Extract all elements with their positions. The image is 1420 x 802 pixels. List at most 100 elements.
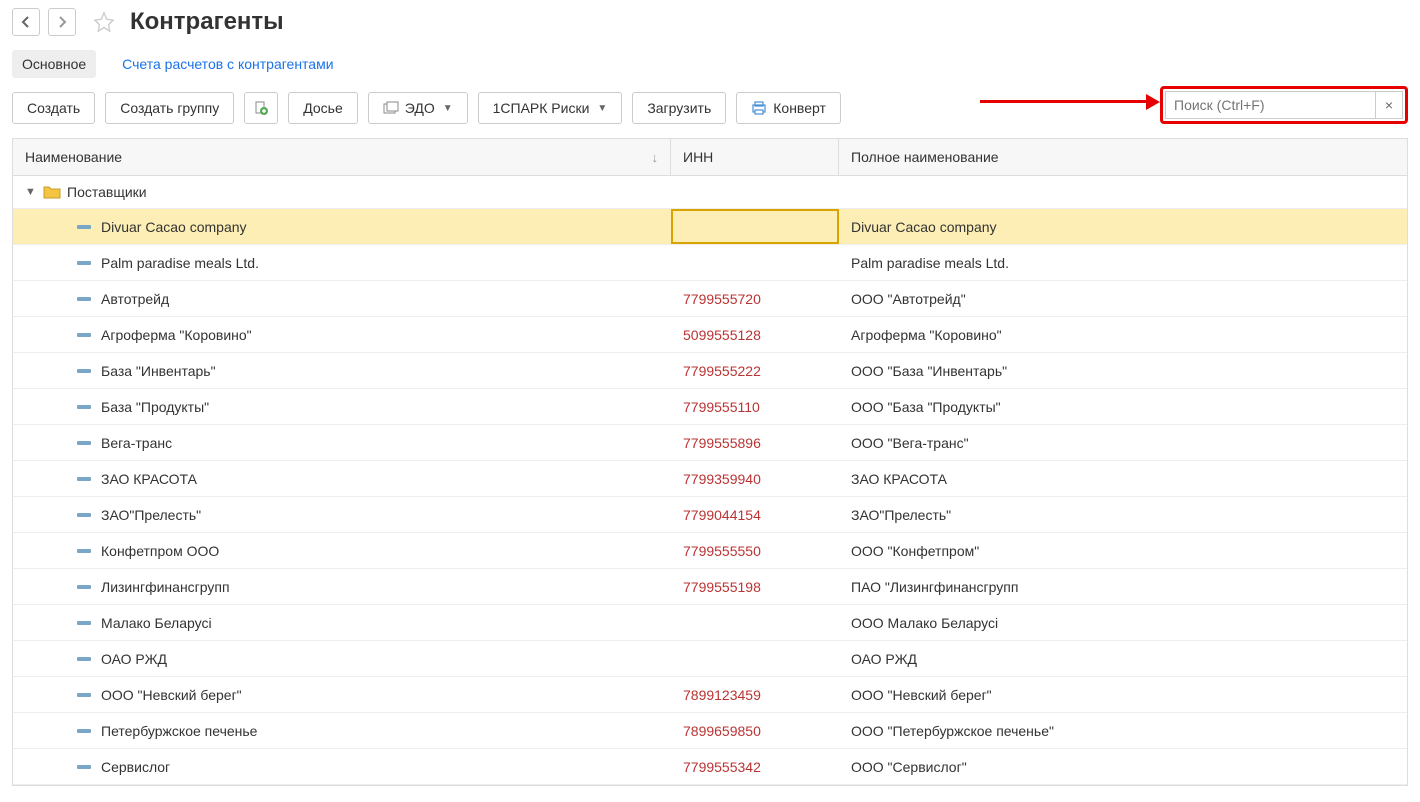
edo-label: ЭДО <box>405 100 435 116</box>
search-highlight-box: × <box>1160 86 1408 124</box>
table-row[interactable]: ОАО РЖДОАО РЖД <box>13 641 1407 677</box>
cell-name: Агроферма "Коровино" <box>13 317 671 352</box>
table-row[interactable]: Автотрейд7799555720ООО "Автотрейд" <box>13 281 1407 317</box>
row-inn: 7799555110 <box>683 399 760 415</box>
item-icon <box>77 690 91 700</box>
table-row[interactable]: Петербуржское печенье7899659850ООО "Пете… <box>13 713 1407 749</box>
create-group-button[interactable]: Создать группу <box>105 92 234 124</box>
cell-name: ЗАО КРАСОТА <box>13 461 671 496</box>
table-row[interactable]: Divuar Cacao company Divuar Cacao company <box>13 209 1407 245</box>
envelope-button[interactable]: Конверт <box>736 92 841 124</box>
column-header-name[interactable]: Наименование ↓ <box>13 139 671 175</box>
cell-name: Автотрейд <box>13 281 671 316</box>
folder-row[interactable]: ▼ Поставщики <box>13 176 1407 209</box>
row-inn: 7799555896 <box>683 435 761 451</box>
table-row[interactable]: База "Инвентарь" 7799555222 ООО "База "Инв… <box>13 353 1407 389</box>
cell-name: База "Инвентарь" <box>13 353 671 388</box>
item-icon <box>77 510 91 520</box>
row-name: База "Инвентарь" <box>101 363 216 379</box>
cell-inn: 7799555222 <box>671 353 839 388</box>
cell-inn: 7799555550 <box>671 533 839 568</box>
cell-name: Divuar Cacao company <box>13 209 671 244</box>
row-name: Малако Беларусі <box>101 615 212 631</box>
row-inn: 7799555198 <box>683 579 761 595</box>
cell-inn <box>671 245 839 280</box>
column-header-fullname[interactable]: Полное наименование <box>839 139 1407 175</box>
cell-name: База "Продукты" <box>13 389 671 424</box>
tab-main[interactable]: Основное <box>12 50 96 78</box>
row-fullname: ООО "Вега-транс" <box>851 435 969 451</box>
cell-inn: 7799359940 <box>671 461 839 496</box>
table-row[interactable]: Сервислог7799555342ООО "Сервислог" <box>13 749 1407 785</box>
item-icon <box>77 618 91 628</box>
folder-collapse-icon[interactable]: ▼ <box>25 186 37 198</box>
favorite-star-icon[interactable] <box>90 8 118 36</box>
row-name: ООО "Невский берег" <box>101 687 242 703</box>
item-icon <box>77 762 91 772</box>
table-row[interactable]: Вега-транс 7799555896 ООО "Вега-транс" <box>13 425 1407 461</box>
cell-fullname: ООО "Автотрейд" <box>839 281 1407 316</box>
row-fullname: ООО "База "Инвентарь" <box>851 363 1007 379</box>
cell-fullname: ООО "Невский берег" <box>839 677 1407 712</box>
row-name: ЗАО"Прелесть" <box>101 507 201 523</box>
edo-button[interactable]: ЭДО ▼ <box>368 92 468 124</box>
row-name: Сервислог <box>101 759 170 775</box>
table-row[interactable]: База "Продукты"7799555110ООО "База "Прод… <box>13 389 1407 425</box>
row-name: База "Продукты" <box>101 399 209 415</box>
cell-inn: 7799555896 <box>671 425 839 460</box>
row-fullname: ООО "Конфетпром" <box>851 543 979 559</box>
annotation-arrow-line <box>980 100 1155 103</box>
arrow-left-icon <box>19 15 33 29</box>
item-icon <box>77 222 91 232</box>
item-icon <box>77 366 91 376</box>
table-row[interactable]: Конфетпром ООО7799555550ООО "Конфетпром" <box>13 533 1407 569</box>
search-input[interactable] <box>1165 91 1375 119</box>
table-row[interactable]: ЗАО"Прелесть"7799044154ЗАО"Прелесть" <box>13 497 1407 533</box>
nav-back-button[interactable] <box>12 8 40 36</box>
cell-fullname: ООО "База "Инвентарь" <box>839 353 1407 388</box>
table-row[interactable]: Агроферма "Коровино"5099555128Агроферма … <box>13 317 1407 353</box>
table-row[interactable]: Лизингфинансгрупп 7799555198 ПАО "Лизингфи… <box>13 569 1407 605</box>
table-row[interactable]: Palm paradise meals Ltd.Palm paradise me… <box>13 245 1407 281</box>
envelope-label: Конверт <box>773 100 826 116</box>
cell-fullname: ООО "Петербуржское печенье" <box>839 713 1407 748</box>
row-fullname: ООО "Автотрейд" <box>851 291 966 307</box>
row-inn: 7799359940 <box>683 471 761 487</box>
cell-inn: 7799044154 <box>671 497 839 532</box>
table-row[interactable]: ЗАО КРАСОТА7799359940ЗАО КРАСОТА <box>13 461 1407 497</box>
cell-name: ООО "Невский берег" <box>13 677 671 712</box>
cell-fullname: ПАО "Лизингфинансгрупп <box>839 569 1407 604</box>
cell-fullname: Агроферма "Коровино" <box>839 317 1407 352</box>
printer-icon <box>751 100 767 116</box>
column-header-inn[interactable]: ИНН <box>671 139 839 175</box>
row-name: Лизингфинансгрупп <box>101 579 230 595</box>
create-copy-button[interactable] <box>244 92 278 124</box>
row-inn: 7899123459 <box>683 687 761 703</box>
spark-risks-button[interactable]: 1СПАРК Риски ▼ <box>478 92 623 124</box>
document-plus-icon <box>253 100 269 116</box>
load-button[interactable]: Загрузить <box>632 92 726 124</box>
tab-accounts[interactable]: Счета расчетов с контрагентами <box>112 50 343 78</box>
row-fullname: Divuar Cacao company <box>851 219 997 235</box>
row-name: Автотрейд <box>101 291 169 307</box>
row-inn: 7799555550 <box>683 543 761 559</box>
row-name: Вега-транс <box>101 435 172 451</box>
item-icon <box>77 546 91 556</box>
create-button[interactable]: Создать <box>12 92 95 124</box>
table-row[interactable]: ООО "Невский берег" 7899123459 ООО "Невски… <box>13 677 1407 713</box>
arrow-right-icon <box>55 15 69 29</box>
page-title: Контрагенты <box>130 8 284 36</box>
row-name: Divuar Cacao company <box>101 219 247 235</box>
dossier-button[interactable]: Досье <box>288 92 358 124</box>
cell-fullname: Divuar Cacao company <box>839 209 1407 244</box>
cell-inn <box>671 641 839 676</box>
cell-name: Сервислог <box>13 749 671 784</box>
edo-icon <box>383 101 399 115</box>
item-icon <box>77 654 91 664</box>
search-clear-button[interactable]: × <box>1375 91 1403 119</box>
table-row[interactable]: Малако БеларусіООО Малако Беларусі <box>13 605 1407 641</box>
spark-label: 1СПАРК Риски <box>493 100 590 116</box>
item-icon <box>77 294 91 304</box>
nav-forward-button[interactable] <box>48 8 76 36</box>
cell-name: Малако Беларусі <box>13 605 671 640</box>
